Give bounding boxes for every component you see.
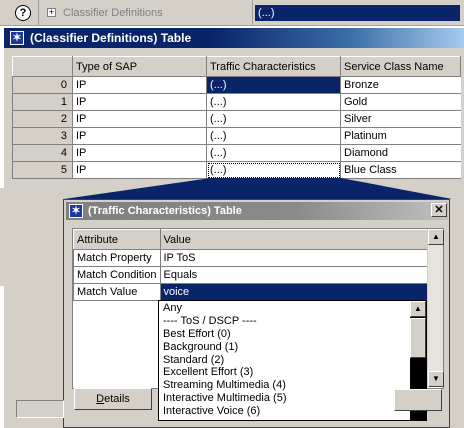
details-mnemonic: D (96, 393, 105, 405)
traffic-cell[interactable]: (...) (206, 76, 341, 94)
traffic-cell[interactable]: (...) (206, 144, 341, 162)
divider (38, 0, 39, 26)
traffic-cell[interactable]: (...) (206, 127, 341, 145)
traffic-cell[interactable]: (...) (206, 93, 341, 111)
type-cell[interactable]: IP (72, 127, 207, 145)
attribute-cell[interactable]: Match Condition (73, 266, 161, 284)
table-row: 2 IP (...) Silver (12, 110, 461, 128)
dropdown-option[interactable]: Streaming Multimedia (4) (163, 379, 286, 392)
traffic-cell[interactable]: (...) (206, 161, 341, 179)
match-value-input[interactable]: voice (159, 283, 431, 301)
service-class-cell[interactable]: Diamond (340, 144, 461, 162)
service-class-cell[interactable]: Platinum (340, 127, 461, 145)
type-cell[interactable]: IP (72, 110, 207, 128)
attribute-cell[interactable]: Match Property (73, 249, 161, 267)
classifier-definitions-value[interactable]: (...) (255, 5, 460, 21)
dropdown-option[interactable]: Interactive Multimedia (5) (163, 392, 287, 405)
dropdown-option[interactable]: Interactive Voice (6) (163, 405, 260, 418)
column-header-type[interactable]: Type of SAP (72, 56, 207, 77)
main-window-title: (Classifier Definitions) Table (30, 31, 192, 45)
divider (252, 0, 253, 26)
close-icon: ✕ (434, 204, 444, 216)
type-cell[interactable]: IP (72, 76, 207, 94)
attribute-cell[interactable]: Match Value (73, 283, 161, 301)
type-cell[interactable]: IP (72, 93, 207, 111)
service-class-cell[interactable]: Blue Class (340, 161, 461, 179)
table-row: Match Value voice (73, 283, 431, 301)
dropdown-option[interactable]: Background (1) (163, 341, 238, 354)
table-row: 5 IP (...) Blue Class (12, 161, 461, 179)
expand-plus-icon[interactable]: + (47, 8, 56, 17)
popup-scrollbar[interactable]: ▲ ▼ (427, 229, 444, 387)
service-class-cell[interactable]: Silver (340, 110, 461, 128)
scroll-down-icon: ▼ (432, 374, 440, 383)
classifier-definitions-label: Classifier Definitions (63, 7, 163, 19)
value-cell[interactable]: Equals (159, 266, 431, 284)
main-window-titlebar: ✶ (Classifier Definitions) Table (4, 28, 464, 48)
scroll-up-button[interactable]: ▲ (410, 301, 426, 317)
table-row: 4 IP (...) Diamond (12, 144, 461, 162)
table-row: Match Property IP ToS (73, 249, 431, 267)
row-index[interactable]: 5 (12, 161, 73, 179)
row-index[interactable]: 3 (12, 127, 73, 145)
star-icon: ✶ (69, 204, 83, 218)
scroll-up-icon: ▲ (414, 304, 422, 313)
column-header-traffic[interactable]: Traffic Characteristics (206, 56, 341, 77)
status-strip (16, 400, 64, 418)
details-button[interactable]: Details (74, 388, 152, 410)
service-class-cell[interactable]: Gold (340, 93, 461, 111)
help-icon[interactable]: ? (15, 5, 31, 21)
traffic-cell[interactable]: (...) (206, 110, 341, 128)
row-index[interactable]: 1 (12, 93, 73, 111)
table-row: Match Condition Equals (73, 266, 431, 284)
type-cell[interactable]: IP (72, 161, 207, 179)
details-label: etails (104, 393, 130, 405)
type-cell[interactable]: IP (72, 144, 207, 162)
row-header-corner (12, 56, 73, 77)
scroll-up-icon: ▲ (432, 232, 440, 241)
dropdown-option[interactable]: Excellent Effort (3) (163, 366, 253, 379)
star-icon: ✶ (10, 31, 24, 45)
row-index[interactable]: 2 (12, 110, 73, 128)
dropdown-option[interactable]: Standard (2) (163, 354, 224, 367)
close-button[interactable]: ✕ (431, 203, 447, 217)
table-row: 3 IP (...) Platinum (12, 127, 461, 145)
column-header-attribute[interactable]: Attribute (73, 229, 161, 250)
scroll-up-button[interactable]: ▲ (428, 229, 444, 245)
classifier-table: Type of SAP Traffic Characteristics Serv… (12, 56, 461, 179)
scroll-down-button[interactable]: ▼ (428, 371, 444, 387)
table-row: 1 IP (...) Gold (12, 93, 461, 111)
popup-button[interactable] (394, 389, 442, 411)
row-index[interactable]: 0 (12, 76, 73, 94)
column-header-service-class[interactable]: Service Class Name (340, 56, 461, 77)
value-cell[interactable]: IP ToS (159, 249, 431, 267)
service-class-cell[interactable]: Bronze (340, 76, 461, 94)
dropdown-option[interactable]: Best Effort (0) (163, 328, 231, 341)
scroll-thumb[interactable] (410, 318, 426, 358)
table-row: 0 IP (...) Bronze (12, 76, 461, 94)
dropdown-option[interactable]: ---- ToS / DSCP ---- (163, 315, 257, 328)
dropdown-option[interactable]: Any (163, 302, 182, 315)
popup-titlebar: ✶ (Traffic Characteristics) Table (66, 202, 448, 220)
popup-title: (Traffic Characteristics) Table (88, 205, 242, 217)
traffic-characteristics-table: Attribute Value Match Property IP ToS Ma… (73, 229, 431, 301)
column-header-value[interactable]: Value (159, 229, 431, 250)
row-index[interactable]: 4 (12, 144, 73, 162)
